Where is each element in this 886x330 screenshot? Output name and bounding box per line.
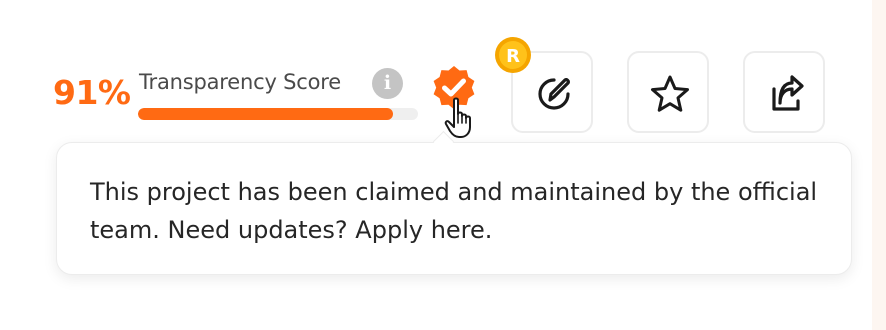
- tooltip-text[interactable]: This project has been claimed and mainta…: [90, 173, 830, 249]
- transparency-score-label: Transparency Score: [139, 70, 341, 94]
- favorite-button[interactable]: [627, 51, 709, 133]
- reward-coin-icon: R: [494, 36, 532, 74]
- hand-pointer-cursor-icon: [443, 96, 479, 140]
- transparency-score-value: 91%: [53, 73, 131, 112]
- coin-letter: R: [506, 46, 520, 67]
- share-button[interactable]: [743, 51, 825, 133]
- transparency-progress-fill: [138, 108, 393, 120]
- claimed-project-tooltip: This project has been claimed and mainta…: [56, 142, 852, 275]
- edit-icon: [538, 78, 570, 110]
- page-edge-strip: [872, 0, 886, 330]
- star-icon: [651, 75, 689, 112]
- info-icon[interactable]: i: [372, 68, 403, 99]
- share-icon: [772, 75, 804, 111]
- transparency-progress-bar: [138, 108, 418, 120]
